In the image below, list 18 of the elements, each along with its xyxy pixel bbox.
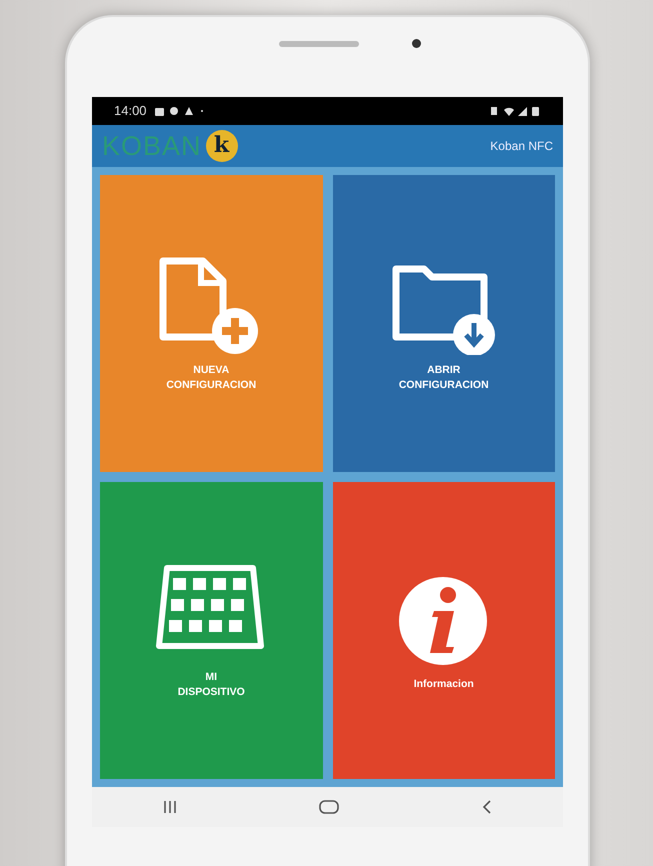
menu-tile[interactable]: Informacion — [332, 482, 555, 779]
tile-label: ABRIR CONFIGURACION — [398, 363, 489, 392]
menu-tile[interactable]: ABRIR CONFIGURACION — [332, 175, 555, 472]
notification-icons — [154, 106, 205, 116]
tile-label: Informacion — [414, 677, 474, 692]
back-icon[interactable] — [482, 800, 492, 814]
front-camera — [412, 39, 421, 48]
home-icon[interactable] — [319, 800, 340, 814]
app-title: Koban NFC — [490, 138, 553, 155]
tile-label: MI DISPOSITIVO — [178, 670, 245, 699]
recent-apps-icon[interactable] — [163, 801, 178, 813]
signal-battery-icons — [491, 106, 541, 116]
logo-text: KOBAN — [102, 130, 202, 163]
menu-tile[interactable]: NUEVA CONFIGURACION — [100, 175, 322, 472]
menu-tile[interactable]: MI DISPOSITIVO — [100, 482, 322, 779]
tile-label: NUEVA CONFIGURACION — [166, 363, 256, 392]
status-time: 14:00 — [114, 102, 147, 120]
logo-badge: k — [206, 130, 238, 162]
